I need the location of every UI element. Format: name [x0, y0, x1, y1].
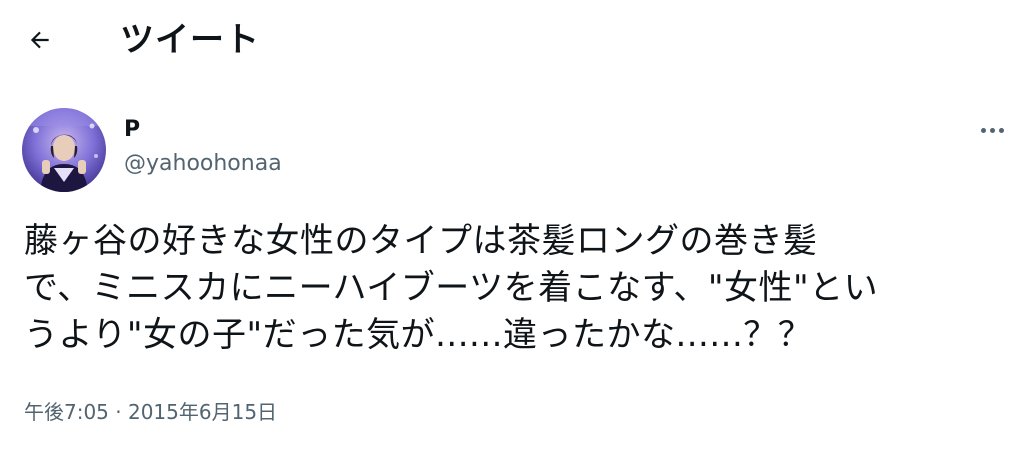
top-bar: ツイート	[0, 0, 1024, 80]
user-avatar-image	[22, 108, 106, 192]
avatar[interactable]	[22, 108, 106, 192]
back-button[interactable]	[18, 20, 62, 60]
more-horizontal-icon	[980, 127, 986, 133]
more-dot	[989, 127, 995, 133]
page-title: ツイート	[120, 20, 260, 60]
tweet-timestamp[interactable]: 午後7:05 · 2015年6月15日	[24, 398, 277, 426]
tweet-text: 藤ヶ谷の好きな女性のタイプは茶髪ロングの巻き髪 で、ミニスカにニーハイブーツを着…	[24, 221, 879, 355]
arrow-left-icon	[30, 31, 49, 49]
more-dot	[998, 127, 1004, 133]
author-display-name[interactable]: P	[124, 117, 140, 143]
author-handle[interactable]: @yahoohonaa	[124, 150, 282, 178]
more-options-button[interactable]	[970, 112, 1014, 148]
